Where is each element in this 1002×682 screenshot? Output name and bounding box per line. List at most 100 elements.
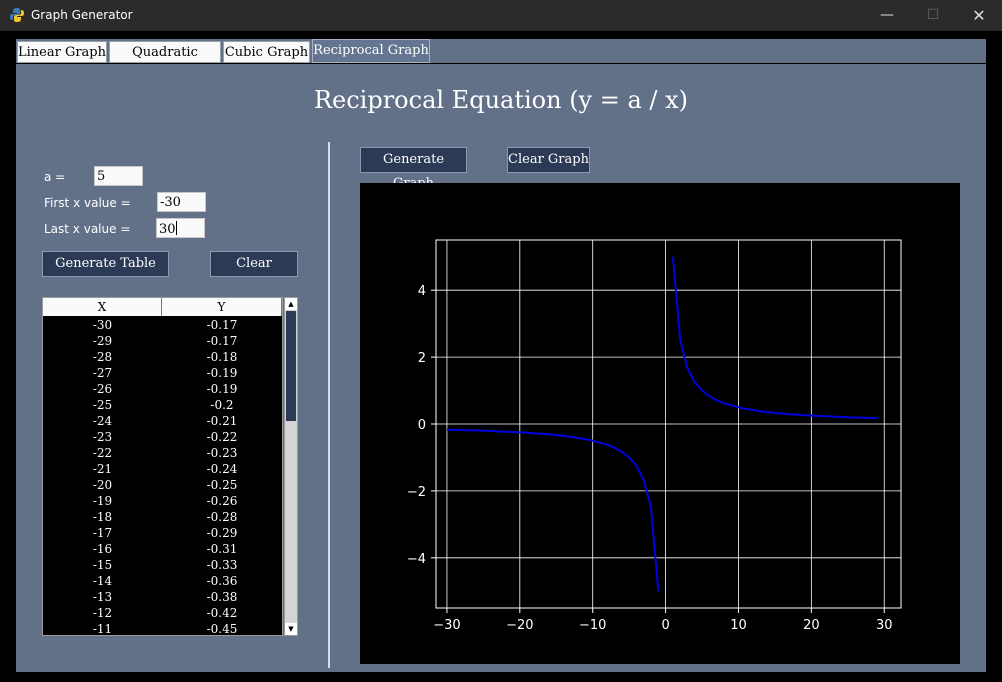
cell-y: -0.2 bbox=[210, 398, 234, 412]
column-header-x[interactable]: X bbox=[43, 298, 162, 316]
cell-y: -0.25 bbox=[206, 478, 238, 492]
minimize-button[interactable]: — bbox=[864, 0, 910, 31]
cell-x: -27 bbox=[92, 366, 113, 380]
a-label: a = bbox=[44, 170, 66, 184]
tab-reciprocal-graph[interactable]: Reciprocal Graph bbox=[312, 39, 430, 63]
cell-y: -0.28 bbox=[206, 510, 238, 524]
table-row[interactable]: -29 -0.17 bbox=[43, 333, 282, 349]
cell-x: -13 bbox=[92, 590, 113, 604]
last-x-input[interactable]: 30 bbox=[156, 218, 205, 238]
table-row[interactable]: -18 -0.28 bbox=[43, 509, 282, 525]
table-row[interactable]: -15 -0.33 bbox=[43, 557, 282, 573]
cell-x: -26 bbox=[92, 382, 113, 396]
cell-y: -0.22 bbox=[206, 430, 238, 444]
cell-y: -0.17 bbox=[206, 334, 238, 348]
maximize-button[interactable]: ☐ bbox=[910, 0, 956, 31]
cell-x: -25 bbox=[92, 398, 113, 412]
cell-y: -0.29 bbox=[206, 526, 238, 540]
table-row[interactable]: -30 -0.17 bbox=[43, 317, 282, 333]
y-tick-label: 0 bbox=[418, 418, 426, 433]
cell-x: -21 bbox=[92, 462, 113, 476]
table-row[interactable]: -13 -0.38 bbox=[43, 589, 282, 605]
window-title: Graph Generator bbox=[31, 8, 133, 22]
table-row[interactable]: -26 -0.19 bbox=[43, 381, 282, 397]
scroll-up-arrow-icon[interactable]: ▲ bbox=[285, 298, 297, 310]
y-tick-label: −4 bbox=[407, 552, 426, 567]
table-row[interactable]: -25 -0.2 bbox=[43, 397, 282, 413]
cell-x: -22 bbox=[92, 446, 113, 460]
table-row[interactable]: -28 -0.18 bbox=[43, 349, 282, 365]
table-row[interactable]: -23 -0.22 bbox=[43, 429, 282, 445]
tab-cubic-graph[interactable]: Cubic Graph bbox=[223, 41, 310, 63]
generate-table-button[interactable]: Generate Table bbox=[42, 251, 169, 277]
cell-y: -0.17 bbox=[206, 318, 238, 332]
cell-y: -0.38 bbox=[206, 590, 238, 604]
title-bar: Graph Generator — ☐ ✕ bbox=[0, 0, 1002, 31]
clear-graph-button[interactable]: Clear Graph bbox=[507, 147, 590, 173]
last-x-value: 30 bbox=[159, 222, 176, 237]
generate-graph-button[interactable]: Generate Graph bbox=[360, 147, 467, 191]
table-row[interactable]: -22 -0.23 bbox=[43, 445, 282, 461]
cell-y: -0.24 bbox=[206, 462, 238, 476]
cell-y: -0.31 bbox=[206, 542, 238, 556]
reciprocal-curve bbox=[671, 256, 877, 420]
cell-y: -0.26 bbox=[206, 494, 238, 508]
reciprocal-curve bbox=[446, 428, 660, 592]
column-header-y[interactable]: Y bbox=[162, 298, 282, 316]
text-caret bbox=[175, 221, 177, 235]
first-x-label: First x value = bbox=[44, 196, 131, 210]
x-tick-label: −30 bbox=[433, 618, 460, 633]
cell-x: -28 bbox=[92, 350, 113, 364]
cell-y: -0.33 bbox=[206, 558, 238, 572]
cell-y: -0.42 bbox=[206, 606, 238, 620]
table-scrollbar[interactable]: ▲ ▼ bbox=[284, 297, 298, 636]
cell-x: -16 bbox=[92, 542, 113, 556]
graph-canvas: −30 −20 −10 0 10 20 30 −4 −2 0 2 4 bbox=[360, 183, 960, 664]
python-icon bbox=[10, 8, 24, 22]
cell-y: -0.23 bbox=[206, 446, 238, 460]
table-row[interactable]: -20 -0.25 bbox=[43, 477, 282, 493]
cell-x: -18 bbox=[92, 510, 113, 524]
cell-x: -23 bbox=[92, 430, 113, 444]
clear-button[interactable]: Clear bbox=[210, 251, 298, 277]
x-tick-label: 30 bbox=[876, 618, 893, 633]
table-row[interactable]: -24 -0.21 bbox=[43, 413, 282, 429]
cell-x: -20 bbox=[92, 478, 113, 492]
reciprocal-panel: Reciprocal Equation (y = a / x) a = 5 Fi… bbox=[16, 64, 986, 672]
cell-y: -0.18 bbox=[206, 350, 238, 364]
table-row[interactable]: -14 -0.36 bbox=[43, 573, 282, 589]
y-tick-label: 4 bbox=[418, 284, 426, 299]
x-tick-label: 20 bbox=[803, 618, 820, 633]
cell-x: -11 bbox=[92, 622, 113, 636]
cell-x: -24 bbox=[92, 414, 113, 428]
cell-x: -19 bbox=[92, 494, 113, 508]
table-row[interactable]: -21 -0.24 bbox=[43, 461, 282, 477]
xy-table[interactable]: X Y -30 -0.17 -29 -0.17 -28 -0.18 -27 -0.19 -26-… bbox=[42, 297, 283, 636]
table-row[interactable]: -12 -0.42 bbox=[43, 605, 282, 621]
x-tick-label: 0 bbox=[661, 618, 669, 633]
tab-quadratic-graph[interactable]: Quadratic Graph bbox=[109, 41, 221, 81]
x-tick-label: −20 bbox=[506, 618, 533, 633]
table-row[interactable]: -27 -0.19 bbox=[43, 365, 282, 381]
x-tick-label: 10 bbox=[730, 618, 747, 633]
close-button[interactable]: ✕ bbox=[956, 0, 1002, 31]
table-row[interactable]: -19 -0.26 bbox=[43, 493, 282, 509]
table-row[interactable]: -16 -0.31 bbox=[43, 541, 282, 557]
scroll-down-arrow-icon[interactable]: ▼ bbox=[285, 623, 297, 635]
x-tick-label: −10 bbox=[579, 618, 606, 633]
y-tick-label: −2 bbox=[407, 485, 426, 500]
a-input[interactable]: 5 bbox=[94, 166, 143, 186]
table-row[interactable]: -11 -0.45 bbox=[43, 621, 282, 636]
cell-x: -30 bbox=[92, 318, 113, 332]
tab-linear-graph[interactable]: Linear Graph bbox=[17, 41, 107, 63]
cell-x: -14 bbox=[92, 574, 113, 588]
cell-x: -17 bbox=[92, 526, 113, 540]
table-row[interactable]: -17 -0.29 bbox=[43, 525, 282, 541]
scrollbar-thumb[interactable] bbox=[286, 311, 296, 421]
last-x-label: Last x value = bbox=[44, 222, 131, 236]
cell-y: -0.45 bbox=[206, 622, 238, 636]
cell-y: -0.21 bbox=[206, 414, 238, 428]
first-x-input[interactable]: -30 bbox=[157, 192, 206, 212]
cell-y: -0.19 bbox=[206, 366, 238, 380]
cell-x: -29 bbox=[92, 334, 113, 348]
